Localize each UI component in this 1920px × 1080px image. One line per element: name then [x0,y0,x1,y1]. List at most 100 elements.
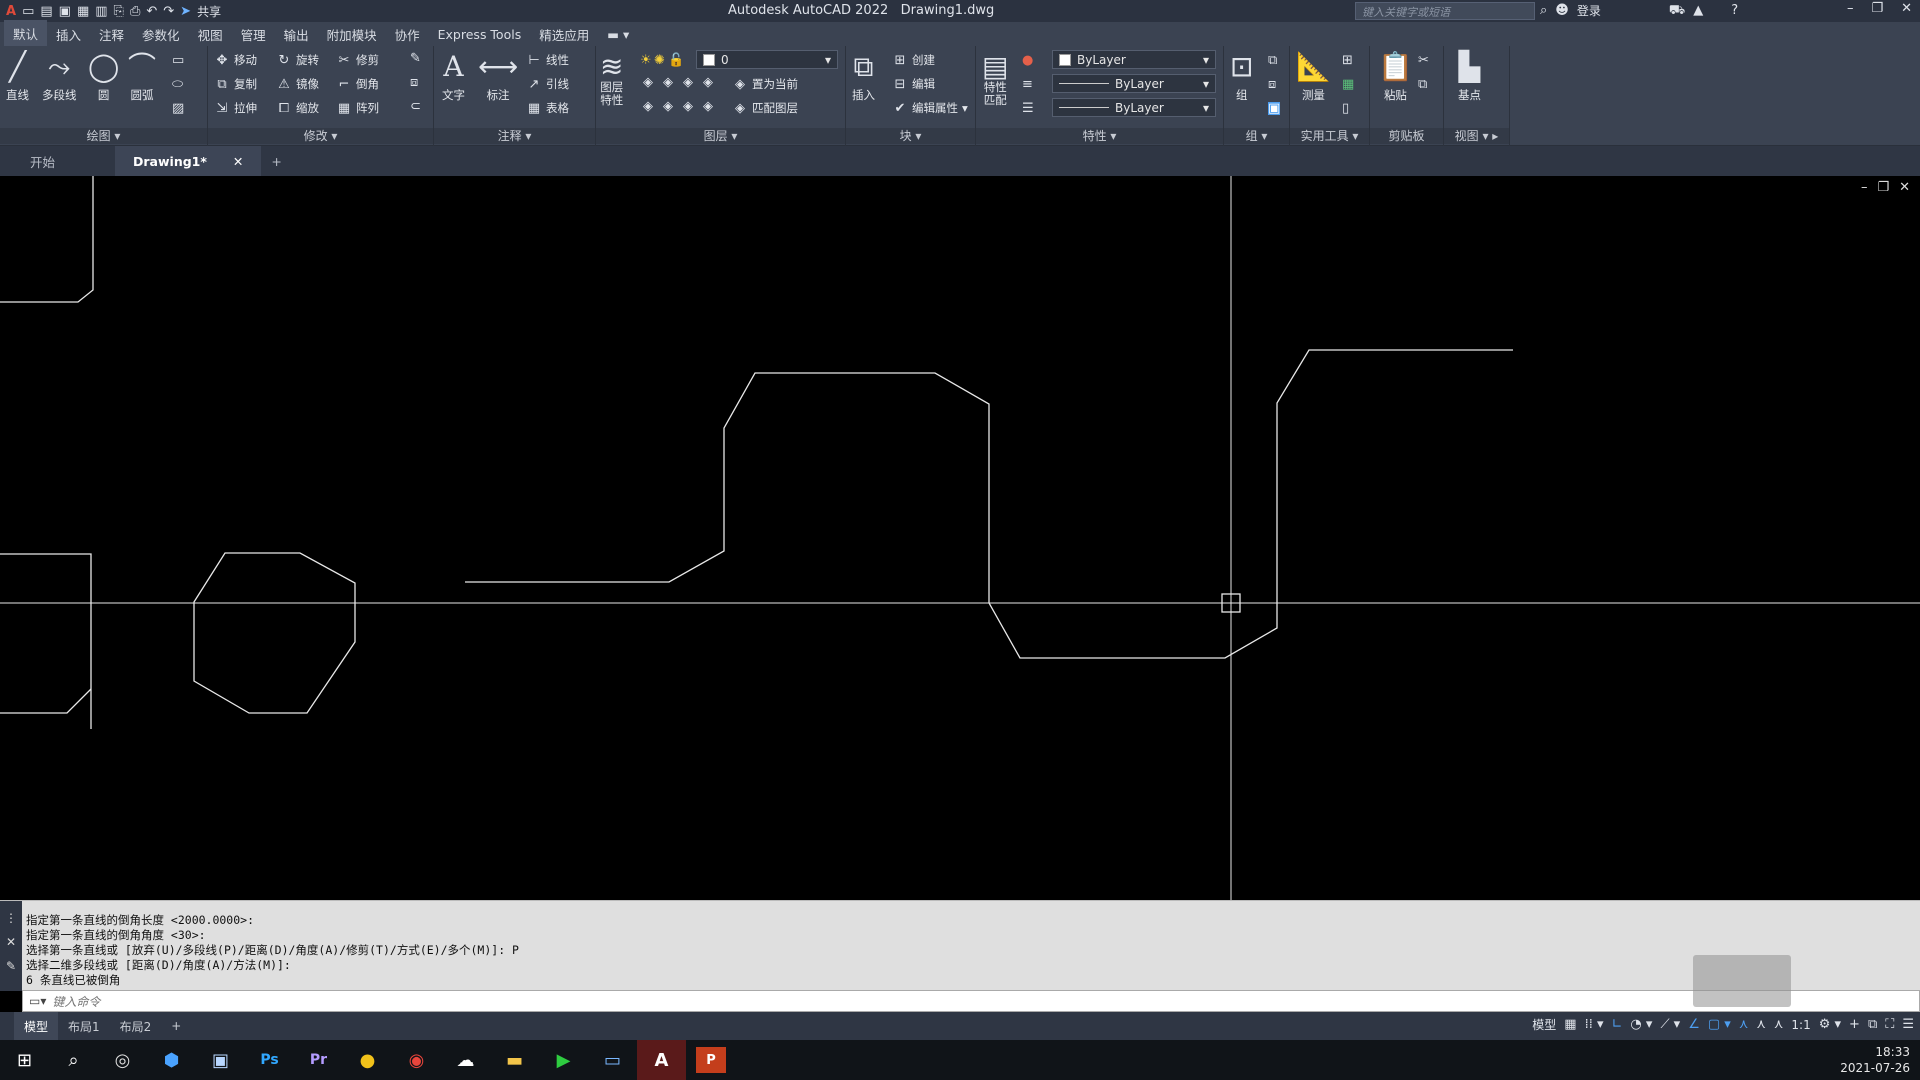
browser-icon-1[interactable]: ● [343,1040,392,1080]
drawing-canvas[interactable]: – ❐ ✕ [0,176,1920,900]
edit-attributes-button[interactable]: ✔ 编辑属性 ▾ [892,100,968,116]
undo-icon[interactable]: ↶ [146,5,157,18]
share-label[interactable]: 共享 [197,3,221,20]
user-icon[interactable]: ☻ [1555,4,1569,17]
linetype-icon[interactable]: ≡ [1022,78,1033,91]
left-bottom-edge[interactable] [0,688,92,714]
color-dropdown[interactable]: ByLayer ▾ [1052,50,1216,69]
modify-panel-label[interactable]: 修改 ▾ [208,128,433,144]
print-icon[interactable]: ⎙ [130,5,140,18]
mirror-button[interactable]: ⚠ 镜像 [276,76,319,92]
color-wheel-icon[interactable]: ● [1022,54,1033,67]
copy-button[interactable]: ⧉ 复制 [214,76,257,92]
layer-dropdown[interactable]: 0 ▾ [696,50,838,69]
calculator-icon[interactable]: ⊞ [1342,54,1353,67]
search-input[interactable]: 键入关键字或短语 [1355,2,1535,20]
search-icon[interactable]: ⌕ [49,1040,98,1080]
autocad-logo-icon[interactable]: A [6,5,16,18]
tab-express-tools[interactable]: Express Tools [429,23,531,46]
select-all-icon[interactable]: ▦ [1342,78,1354,91]
close-icon[interactable]: ✕ [1901,2,1912,15]
match-layer-button[interactable]: ◈ 匹配图层 [732,100,798,116]
ortho-icon[interactable]: ∟ [1612,1018,1623,1031]
auto-scale-icon[interactable]: ⋏ [1756,1018,1766,1031]
ungroup-icon[interactable]: ⧉ [1268,54,1277,67]
close-tab-icon[interactable]: ✕ [233,154,243,169]
tab-insert[interactable]: 插入 [47,21,90,48]
close-command-icon[interactable]: ✕ [6,935,16,949]
cart-icon[interactable]: ⛟ [1669,4,1685,17]
windows-start-icon[interactable]: ⊞ [0,1040,49,1080]
rotate-button[interactable]: ↻ 旋转 [276,52,319,68]
groups-panel-label[interactable]: 组 ▾ [1224,128,1289,144]
save-as-icon[interactable]: ▦ [77,5,89,18]
table-button[interactable]: ▦ 表格 [526,100,569,116]
wechat-icon[interactable]: ☁ [441,1040,490,1080]
viewport-close-icon[interactable]: ✕ [1899,180,1910,195]
grid-icon[interactable]: ▦ [1564,1018,1576,1031]
line-button[interactable]: ╱ 直线 [6,50,29,103]
command-input[interactable]: ▭▾ 键入命令 [22,990,1920,1012]
insert-block-button[interactable]: ⧉ 插入 [852,50,875,103]
import-icon[interactable]: ⎘ [114,5,124,18]
grip-icon[interactable]: ⋮ [5,911,17,925]
new-tab-button[interactable]: + [261,146,291,176]
tab-layout2[interactable]: 布局2 [110,1012,162,1040]
viewport-restore-icon[interactable]: ❐ [1877,180,1889,195]
restore-icon[interactable]: ❐ [1871,2,1883,15]
remote-desktop-icon[interactable]: ▭ [588,1040,637,1080]
tab-parametric[interactable]: 参数化 [133,21,189,48]
tab-collaborate[interactable]: 协作 [386,21,429,48]
app-icon-1[interactable]: ⬢ [147,1040,196,1080]
offset-icon[interactable]: ⊂ [410,100,421,113]
premiere-icon[interactable]: Pr [294,1040,343,1080]
customization-menu-icon[interactable]: ☰ [1902,1018,1914,1031]
redo-icon[interactable]: ↷ [163,5,174,18]
login-button[interactable]: 登录 [1577,2,1601,19]
tab-view[interactable]: 视图 [189,21,232,48]
tab-layout1[interactable]: 布局1 [58,1012,110,1040]
layers-panel-label[interactable]: 图层 ▾ [596,128,845,144]
left-top-polyline[interactable] [0,176,94,303]
base-view-button[interactable]: ▙ 基点 [1458,50,1481,103]
sun-icon[interactable]: ✺ [654,54,665,67]
copy-clip-icon[interactable]: ⧉ [1418,78,1427,91]
system-clock[interactable]: 18:33 2021-07-26 [1840,1044,1910,1076]
linear-button[interactable]: ⊢ 线性 [526,52,569,68]
annotation-panel-label[interactable]: 注释 ▾ [434,128,595,144]
plot-icon[interactable]: ▥ [95,5,107,18]
help-icon[interactable]: ? [1731,4,1738,17]
save-icon[interactable]: ▣ [59,5,71,18]
move-button[interactable]: ✥ 移动 [214,52,257,68]
tab-output[interactable]: 输出 [275,21,318,48]
open-file-icon[interactable]: ▤ [40,5,52,18]
block-panel-label[interactable]: 块 ▾ [846,128,975,144]
lineweight-icon[interactable]: ☰ [1022,102,1034,115]
text-button[interactable]: A 文字 [442,50,465,103]
tab-default[interactable]: 默认 [4,19,48,49]
explode-icon[interactable]: ⧈ [410,76,418,89]
properties-panel-label[interactable]: 特性 ▾ [976,128,1223,144]
circle-button[interactable]: ◯ 圆 [88,50,119,103]
command-prompt-icon[interactable]: ▭▾ [29,994,46,1008]
polyline-button[interactable]: ⤳ 多段线 [42,50,77,103]
chamfered-polyline[interactable] [465,349,1513,659]
viewport-minimize-icon[interactable]: – [1861,180,1868,195]
autocad-taskbar-icon[interactable]: A [637,1040,686,1080]
tab-drawing1[interactable]: Drawing1* ✕ [115,146,262,176]
photoshop-icon[interactable]: Ps [245,1040,294,1080]
file-explorer-icon[interactable]: ▬ [490,1040,539,1080]
stretch-button[interactable]: ⇲ 拉伸 [214,100,257,116]
object-snap-icon[interactable]: ▢ ▾ [1708,1018,1731,1031]
group-button[interactable]: ⊡ 组 [1230,50,1253,103]
measure-button[interactable]: 📐 测量 [1296,50,1331,103]
chat-icon[interactable]: ▣ [196,1040,245,1080]
autodesk-icon[interactable]: ▲ [1693,4,1703,17]
group-select-icon[interactable]: ▣ [1268,102,1281,115]
layer-tools-row1[interactable]: ◈ ◈ ◈ ◈ [640,76,716,89]
search-icon[interactable]: ⌕ [1540,4,1547,17]
model-space-button[interactable]: 模型 [1532,1016,1556,1033]
lightbulb-icon[interactable]: ☀ [640,54,652,67]
group-edit-icon[interactable]: ⧈ [1268,78,1276,91]
rectangle-icon[interactable]: ▭ [172,54,184,67]
